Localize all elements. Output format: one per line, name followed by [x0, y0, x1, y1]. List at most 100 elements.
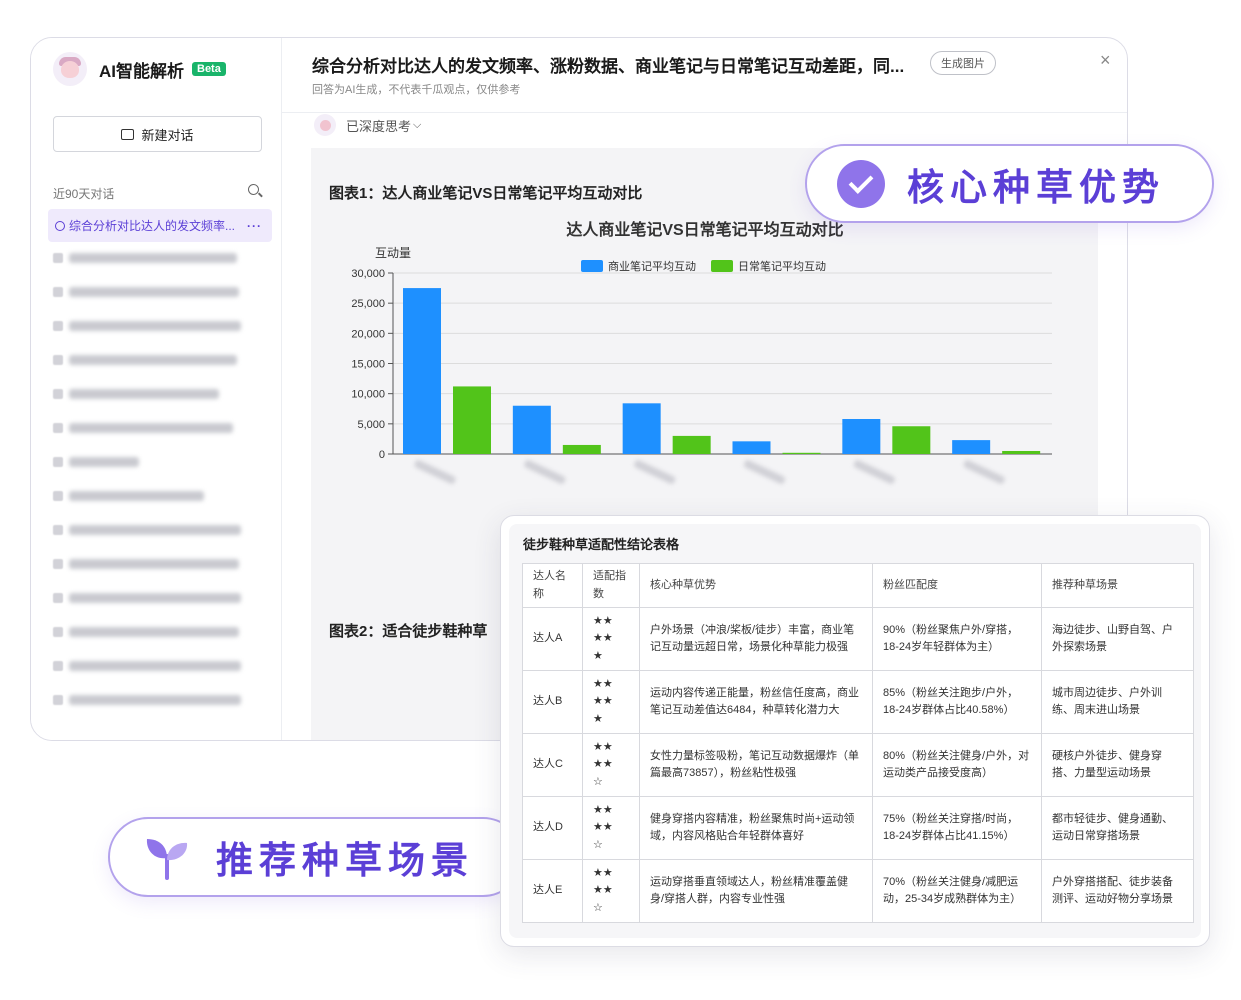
cell-name: 达人D: [522, 796, 583, 860]
bar: [672, 435, 711, 454]
x-tick-label-blurred: [414, 460, 456, 484]
new-chat-button[interactable]: 新建对话: [53, 116, 262, 152]
y-tick-label: 20,000: [351, 328, 385, 340]
sidebar-item-blurred[interactable]: [53, 252, 237, 264]
cell-match: 85%（粉丝关注跑步/户外，18-24岁群体占比40.58%）: [872, 670, 1042, 734]
chart2-heading: 图表2：适合徒步鞋种草: [329, 623, 488, 640]
bar: [1002, 450, 1041, 454]
cell-advantage: 运动内容传递正能量，粉丝信任度高，商业笔记互动差值达6484，种草转化潜力大: [639, 670, 873, 734]
cell-name: 达人A: [522, 607, 583, 671]
cell-scene: 城市周边徒步、户外训练、周末进山场景: [1041, 670, 1194, 734]
table-header-row: 达人名称 适配指数 核心种草优势 粉丝匹配度 推荐种草场景: [522, 563, 1194, 608]
sidebar-item-blurred[interactable]: [53, 320, 241, 332]
more-icon[interactable]: ···: [247, 219, 262, 233]
sprout-icon: [146, 839, 188, 880]
bar: [512, 405, 551, 454]
user-icon: [55, 220, 65, 231]
col-header-name: 达人名称: [522, 563, 583, 608]
sidebar-item-blurred[interactable]: [53, 388, 219, 400]
search-icon[interactable]: [248, 184, 259, 195]
conclusion-table-card: 徒步鞋种草适配性结论表格 达人名称 适配指数 核心种草优势 粉丝匹配度 推荐种草…: [500, 515, 1210, 947]
chevron-down-icon: ⌵: [413, 118, 422, 131]
cell-name: 达人E: [522, 859, 583, 923]
cell-name: 达人C: [522, 733, 583, 797]
x-tick-label-blurred: [853, 460, 895, 484]
y-tick-label: 30,000: [351, 268, 385, 280]
bar: [782, 452, 821, 454]
legend-label: 商业笔记平均互动: [608, 259, 696, 273]
col-header-match: 粉丝匹配度: [872, 563, 1042, 608]
new-chat-label: 新建对话: [141, 127, 194, 143]
x-tick-label-blurred: [524, 460, 566, 484]
cell-match: 90%（粉丝聚焦户外/穿搭，18-24岁年轻群体为主）: [872, 607, 1042, 671]
cell-advantage: 运动穿搭垂直领域达人，粉丝精准覆盖健身/穿搭人群，内容专业性强: [639, 859, 873, 923]
ai-disclaimer: 回答为AI生成，不代表千瓜观点，仅供参考: [312, 84, 521, 96]
core-advantage-label: 核心种草优势: [907, 166, 1165, 208]
bar: [842, 419, 881, 454]
bar: [732, 441, 771, 454]
cell-stars: ★★ ★★ ☆: [582, 796, 640, 860]
brand: AI智能解析 Beta: [53, 52, 226, 86]
generate-image-button[interactable]: 生成图片: [930, 51, 996, 75]
y-tick-label: 5,000: [357, 419, 385, 431]
table-row: 达人E ★★ ★★ ☆ 运动穿搭垂直领域达人，粉丝精准覆盖健身/穿搭人群，内容专…: [522, 859, 1194, 923]
assistant-avatar-icon: [53, 52, 87, 86]
bar: [403, 288, 441, 454]
sidebar-item-blurred[interactable]: [53, 354, 237, 366]
sidebar-item-blurred[interactable]: [53, 524, 241, 536]
x-tick-label-blurred: [634, 460, 676, 484]
divider: [282, 112, 1127, 113]
chat-icon: [121, 128, 135, 140]
cell-advantage: 户外场景（冲浪/桨板/徒步）丰富，商业笔记互动量远超日常，场景化种草能力极强: [639, 607, 873, 671]
card-inner: 徒步鞋种草适配性结论表格 达人名称 适配指数 核心种草优势 粉丝匹配度 推荐种草…: [509, 524, 1201, 938]
sidebar-item-blurred[interactable]: [53, 286, 239, 298]
col-header-stars: 适配指数: [582, 563, 640, 608]
table-row: 达人D ★★ ★★ ☆ 健身穿搭内容精准，粉丝聚焦时尚+运动领域，内容风格贴合年…: [522, 796, 1194, 860]
bar: [622, 403, 661, 454]
cell-scene: 硬核户外徒步、健身穿搭、力量型运动场景: [1041, 733, 1194, 797]
sidebar-item-blurred[interactable]: [53, 626, 239, 638]
bar: [453, 386, 491, 454]
x-tick-label-blurred: [963, 460, 1005, 484]
beta-badge: Beta: [192, 62, 226, 76]
brand-title: AI智能解析: [99, 61, 184, 81]
cell-name: 达人B: [522, 670, 583, 734]
y-tick-label: 10,000: [351, 389, 385, 401]
table-row: 达人B ★★ ★★ ★ 运动内容传递正能量，粉丝信任度高，商业笔记互动差值达64…: [522, 670, 1194, 734]
sidebar-item-blurred[interactable]: [53, 694, 241, 706]
cell-stars: ★★ ★★ ★: [582, 670, 640, 734]
chart-title: 达人商业笔记VS日常笔记平均互动对比: [566, 220, 843, 239]
sidebar-item-blurred[interactable]: [53, 660, 241, 672]
cell-match: 70%（粉丝关注健身/减肥运动，25-34岁成熟群体为主）: [872, 859, 1042, 923]
recent-label: 近90天对话: [53, 187, 115, 201]
bar: [952, 440, 991, 454]
sidebar-item-blurred[interactable]: [53, 422, 233, 434]
table-row: 达人A ★★ ★★ ★ 户外场景（冲浪/桨板/徒步）丰富，商业笔记互动量远超日常…: [522, 607, 1194, 671]
sidebar-item-blurred[interactable]: [53, 558, 239, 570]
table-title: 徒步鞋种草适配性结论表格: [523, 537, 680, 552]
cell-match: 80%（粉丝关注健身/户外，对运动类产品接受度高）: [872, 733, 1042, 797]
legend-label: 日常笔记平均互动: [738, 259, 826, 273]
sidebar-item-blurred[interactable]: [53, 456, 139, 468]
cell-stars: ★★ ★★ ☆: [582, 733, 640, 797]
legend-swatch: [711, 260, 733, 272]
x-tick-label-blurred: [743, 460, 786, 484]
col-header-advantage: 核心种草优势: [639, 563, 873, 608]
scene-badge: 推荐种草场景: [108, 817, 523, 897]
sidebar-item-active[interactable]: 综合分析对比达人的发文频率... ···: [48, 209, 272, 242]
close-icon[interactable]: ×: [1100, 50, 1111, 71]
cell-match: 75%（粉丝关注穿搭/时尚，18-24岁群体占比41.15%）: [872, 796, 1042, 860]
cell-scene: 户外穿搭搭配、徒步装备测评、运动好物分享场景: [1041, 859, 1194, 923]
cell-advantage: 健身穿搭内容精准，粉丝聚焦时尚+运动领域，内容风格贴合年轻群体喜好: [639, 796, 873, 860]
sidebar-item-blurred[interactable]: [53, 592, 241, 604]
y-tick-label: 0: [379, 449, 385, 461]
check-circle-icon: [837, 159, 885, 208]
sidebar-item-blurred[interactable]: [53, 490, 204, 502]
deep-thinking-toggle[interactable]: 已深度思考 ⌵: [314, 114, 421, 136]
sidebar-item-label: 综合分析对比达人的发文频率...: [69, 219, 236, 233]
bar: [892, 426, 931, 454]
cell-advantage: 女性力量标签吸粉，笔记互动数据爆炸（单篇最高73857），粉丝粘性极强: [639, 733, 873, 797]
col-header-scene: 推荐种草场景: [1041, 563, 1194, 608]
sidebar: AI智能解析 Beta 新建对话 近90天对话 综合分析对比达人的发文频率...…: [31, 38, 282, 740]
y-tick-label: 15,000: [351, 359, 385, 371]
